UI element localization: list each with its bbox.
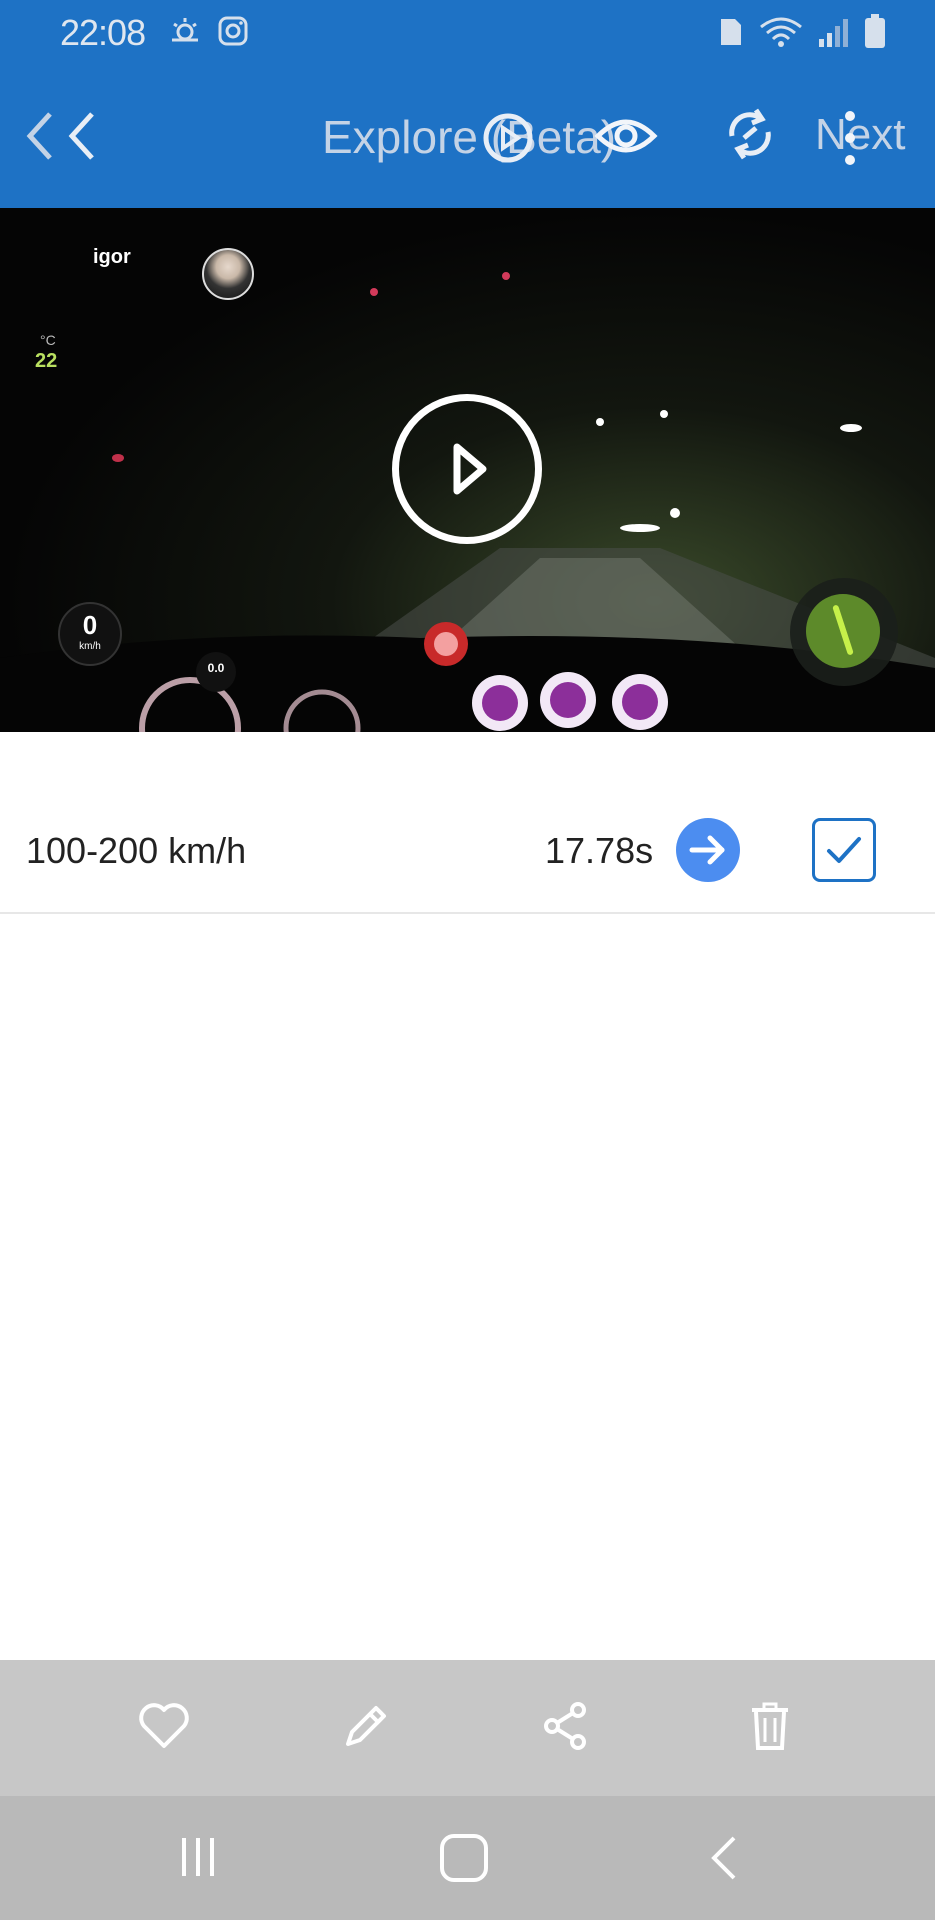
double-back-icon[interactable] (22, 106, 102, 166)
instagram-icon (218, 16, 248, 46)
more-menu-icon[interactable] (840, 108, 860, 168)
status-time: 22:08 (60, 12, 146, 53)
edit-button[interactable] (336, 1696, 396, 1756)
user-name: igor (93, 246, 131, 268)
street-light (112, 454, 124, 462)
battery-icon (865, 14, 885, 48)
result-row[interactable]: 100-200 km/h 17.78s (0, 798, 935, 914)
next-button[interactable]: Next (815, 110, 905, 160)
street-light (370, 288, 378, 296)
share-button[interactable] (536, 1696, 596, 1756)
recent-apps-icon[interactable] (176, 1832, 224, 1882)
open-result-button[interactable] (676, 818, 740, 882)
play-button[interactable] (392, 394, 542, 544)
back-icon[interactable] (704, 1830, 744, 1886)
street-light (596, 418, 604, 426)
sim-icon (721, 19, 741, 45)
result-label: 100-200 km/h (26, 830, 247, 871)
speed-badge: 0 km/h (58, 602, 122, 666)
pencil-icon (346, 1706, 386, 1746)
wifi-icon (760, 17, 802, 47)
arrow-right-icon (689, 835, 725, 865)
home-icon[interactable] (436, 1830, 492, 1886)
street-light (660, 410, 668, 418)
trash-icon (752, 1702, 788, 1750)
timer-badge: 0.0 (196, 652, 236, 692)
checkmark-icon (827, 837, 861, 863)
system-nav-bar (0, 1796, 935, 1920)
eye-icon[interactable] (594, 110, 658, 162)
app-bar: Explore (Beta) Next (0, 64, 935, 208)
street-light (502, 272, 510, 280)
action-bar (0, 1660, 935, 1796)
play-icon (453, 443, 487, 495)
temperature-value: 22 (35, 350, 58, 372)
sync-icon[interactable] (722, 104, 778, 164)
weather-icon (172, 18, 198, 42)
speed-value: 0 (82, 610, 98, 640)
temperature-unit: °C (40, 332, 56, 348)
speed-unit: km/h (79, 641, 101, 652)
result-time: 17.78s (545, 830, 654, 871)
share-icon (544, 1702, 586, 1750)
select-checkbox[interactable] (812, 818, 876, 882)
heart-icon (139, 1703, 189, 1748)
status-bar: 22:08 (0, 0, 935, 64)
street-light (840, 424, 862, 432)
play-circle-icon[interactable] (476, 106, 540, 170)
avatar (202, 248, 254, 300)
timer-value: 0.0 (207, 661, 225, 675)
video-player[interactable]: igor °C 22 0 km/h 0.0 (0, 208, 935, 732)
delete-button[interactable] (740, 1696, 800, 1756)
page-title: Explore (Beta) (322, 111, 617, 163)
like-button[interactable] (134, 1696, 194, 1756)
signal-icon (819, 19, 848, 47)
